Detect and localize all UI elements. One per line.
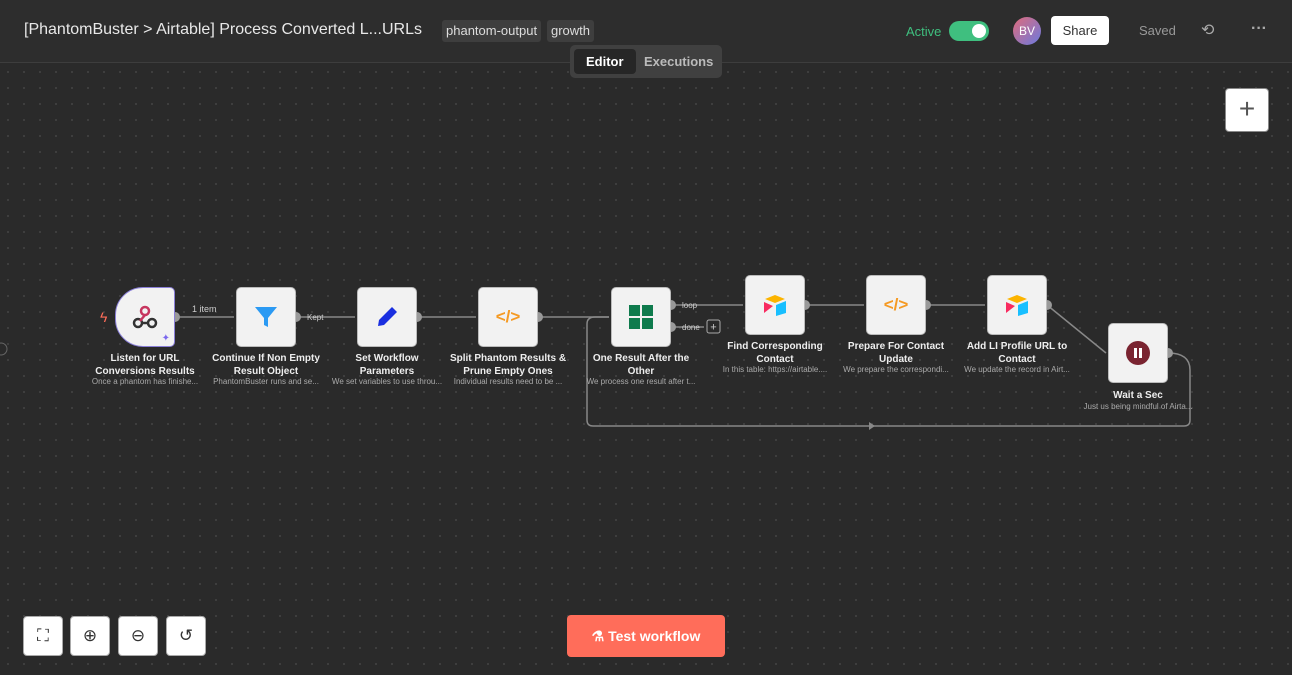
- node-title: Continue If Non Empty Result Object: [212, 353, 320, 377]
- node-subtitle: We prepare the correspondi...: [843, 365, 949, 374]
- node-subtitle: Individual results need to be ...: [453, 377, 563, 386]
- node-prepare-code[interactable]: </>: [866, 275, 926, 335]
- edge-label-loop: loop: [682, 301, 698, 310]
- node-title: Add LI Profile URL to Contact: [966, 341, 1068, 365]
- test-workflow-button[interactable]: ⚗ Test workflow: [567, 615, 725, 657]
- code-icon: </>: [495, 307, 521, 326]
- node-title: Listen for URL Conversions Results: [95, 353, 195, 377]
- node-title: Prepare For Contact Update: [847, 341, 945, 365]
- node-subtitle: Just us being mindful of Airta...: [1083, 402, 1193, 411]
- zoom-in-button[interactable]: ⊕: [70, 616, 110, 656]
- node-subtitle: We update the record in Airt...: [964, 365, 1070, 374]
- node-filter[interactable]: [236, 287, 296, 347]
- pause-icon: [1126, 341, 1150, 365]
- test-workflow-label: Test workflow: [608, 628, 701, 644]
- node-subtitle: Once a phantom has finishe...: [91, 377, 199, 386]
- node-split-code[interactable]: </>: [478, 287, 538, 347]
- reset-zoom-button[interactable]: ↺: [166, 616, 206, 656]
- edge-label-kept: Kept: [307, 313, 324, 322]
- node-title: Wait a Sec: [1113, 390, 1163, 401]
- airtable-icon: [764, 295, 786, 316]
- fit-view-button[interactable]: ⛶: [23, 616, 63, 656]
- node-title: Find Corresponding Contact: [727, 341, 823, 365]
- filter-icon: [255, 307, 277, 327]
- node-title: One Result After the Other: [592, 353, 690, 377]
- zoom-out-button[interactable]: ⊖: [118, 616, 158, 656]
- airtable-icon: [1006, 295, 1028, 316]
- node-airtable-find[interactable]: [745, 275, 805, 335]
- node-split-in-batches[interactable]: [611, 287, 671, 347]
- webhook-icon: [132, 305, 158, 329]
- grid-icon: [629, 305, 653, 329]
- node-airtable-update[interactable]: [987, 275, 1047, 335]
- pencil-icon: [378, 307, 397, 326]
- node-subtitle: PhantomBuster runs and se...: [213, 377, 319, 386]
- svg-text:+: +: [710, 322, 716, 334]
- code-icon: </>: [883, 295, 909, 314]
- edge-item-count: 1 item: [192, 304, 217, 314]
- pin-icon: ✦: [161, 333, 170, 344]
- node-title: Set Workflow Parameters: [355, 353, 419, 377]
- node-subtitle: We process one result after t...: [586, 377, 696, 386]
- trigger-bolt-icon: ϟ: [100, 309, 108, 325]
- flask-icon: ⚗: [591, 628, 609, 644]
- node-subtitle: In this table: https://airtable....: [722, 365, 828, 374]
- node-wait[interactable]: [1108, 323, 1168, 383]
- node-set[interactable]: [357, 287, 417, 347]
- node-subtitle: We set variables to use throu...: [331, 377, 443, 386]
- node-listen-webhook[interactable]: ✦: [115, 287, 175, 347]
- edge-label-done: done: [682, 323, 700, 332]
- node-title: Split Phantom Results & Prune Empty Ones: [449, 353, 567, 377]
